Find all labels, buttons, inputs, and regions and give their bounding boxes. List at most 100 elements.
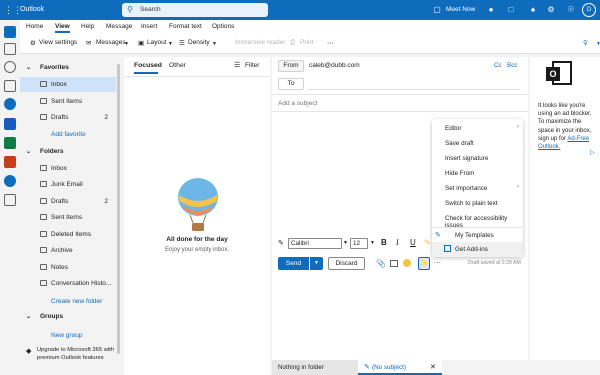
format-painter-icon[interactable]: ✎	[278, 239, 284, 247]
menu-item-get-addins[interactable]: Get Add-ins	[432, 242, 523, 257]
folder-deleted-items[interactable]: Deleted Items	[20, 227, 116, 242]
favorites-header[interactable]: ⌄ Favorites	[20, 64, 116, 74]
to-field[interactable]	[308, 78, 520, 90]
app-launcher-icon[interactable]: ⋮⋮	[4, 4, 22, 16]
help-icon[interactable]: ☉	[564, 3, 578, 17]
italic-icon[interactable]: I	[396, 238, 399, 247]
add-favorite-link[interactable]: Add favorite	[20, 127, 116, 142]
chevron-down-icon[interactable]: ▼	[596, 41, 600, 47]
tab-message[interactable]: Message	[106, 23, 132, 30]
attach-icon[interactable]	[4, 80, 16, 92]
tab-format-text[interactable]: Format text	[169, 23, 202, 30]
density-button[interactable]: Density	[188, 39, 210, 46]
tab-options[interactable]: Options	[212, 23, 234, 30]
tab-focused[interactable]: Focused	[134, 62, 162, 69]
bold-icon[interactable]: B	[381, 238, 387, 247]
chevron-down-icon[interactable]: ▼	[370, 240, 375, 246]
filter-button[interactable]: Filter	[245, 62, 259, 69]
app-name[interactable]: Outlook	[20, 6, 44, 13]
messages-button[interactable]: Messages	[96, 39, 126, 46]
discard-button[interactable]: Discard	[328, 257, 365, 270]
calendar-icon[interactable]	[4, 43, 16, 55]
scrollbar[interactable]	[117, 64, 120, 354]
font-select[interactable]: Calibri	[288, 238, 342, 249]
tab-home[interactable]: Home	[26, 23, 43, 30]
attach-icon[interactable]: 📎	[376, 259, 386, 268]
tab-help[interactable]: Help	[81, 23, 94, 30]
avatar[interactable]: D	[582, 3, 596, 17]
upgrade-banner[interactable]: ◆ Upgrade to Microsoft 365 with premium …	[26, 347, 118, 371]
chevron-down-icon[interactable]: ▼	[124, 41, 129, 47]
tab-no-subject[interactable]: ✎ (No subject) ✕	[358, 360, 442, 375]
highlighter-icon[interactable]: ✎	[424, 238, 431, 247]
chevron-down-icon[interactable]: ▼	[343, 240, 348, 246]
create-new-folder-link[interactable]: Create new folder	[20, 294, 116, 309]
body-editor[interactable]	[278, 115, 428, 233]
font-size-select[interactable]: 12	[350, 238, 368, 249]
more-options-button[interactable]: ⋯	[327, 39, 334, 47]
excel-icon[interactable]	[4, 137, 16, 149]
more-apps-icon[interactable]	[4, 194, 16, 206]
tab-view[interactable]: View	[55, 23, 70, 33]
tab-insert[interactable]: Insert	[141, 23, 157, 30]
todo-icon[interactable]	[4, 98, 16, 110]
folder-inbox[interactable]: Inbox	[20, 161, 116, 176]
zoom-icon[interactable]: ⚲	[583, 39, 588, 47]
folder-archive[interactable]: Archive	[20, 243, 116, 258]
folders-header[interactable]: ⌄ Folders	[20, 148, 116, 158]
menu-item-plain-text[interactable]: Switch to plain text	[432, 196, 523, 211]
subject-input[interactable]	[278, 98, 518, 109]
menu-item-hide-from[interactable]: Hide From	[432, 166, 523, 181]
menu-item-accessibility[interactable]: Check for accessibility issues	[432, 211, 523, 229]
groups-header[interactable]: ⌄ Groups	[20, 313, 116, 323]
cc-button[interactable]: Cc	[494, 62, 502, 69]
new-group-link[interactable]: New group	[20, 328, 116, 343]
settings-gear-icon[interactable]: ⚙	[544, 3, 558, 17]
print-button[interactable]: Print	[300, 39, 313, 46]
from-button[interactable]: From	[278, 60, 304, 72]
emoji-icon[interactable]	[403, 259, 411, 267]
from-value[interactable]: caleb@dubb.com	[309, 62, 360, 69]
search-box[interactable]: ⚲ Search	[122, 3, 268, 17]
immersive-reader-button[interactable]: Immersive reader	[235, 39, 286, 46]
menu-item-set-importance[interactable]: Set importance ›	[432, 181, 523, 196]
meet-now-icon[interactable]: ▢	[430, 3, 444, 17]
more-actions-icon[interactable]: ⋯	[434, 259, 441, 267]
chevron-down-icon[interactable]: ▼	[168, 41, 173, 47]
close-icon[interactable]: ✕	[430, 363, 436, 371]
folder-drafts[interactable]: Drafts 2	[20, 194, 116, 209]
ad-choices-icon[interactable]: ▷	[590, 149, 595, 156]
send-options-button[interactable]: ▼	[310, 257, 323, 270]
favorite-sent-items[interactable]: Sent Items	[20, 94, 116, 109]
image-icon[interactable]	[390, 260, 398, 267]
layout-button[interactable]: Layout	[147, 39, 167, 46]
menu-item-editor[interactable]: Editor ›	[432, 121, 523, 136]
designer-icon[interactable]: ✨	[418, 257, 430, 270]
folder-junk-email[interactable]: Junk Email	[20, 177, 116, 192]
bcc-button[interactable]: Bcc	[507, 62, 518, 69]
favorite-inbox[interactable]: Inbox	[20, 77, 116, 92]
powerpoint-icon[interactable]	[4, 156, 16, 168]
notifications-icon[interactable]: ♠	[526, 3, 540, 17]
menu-item-my-templates[interactable]: ✎ My Templates	[432, 228, 523, 243]
teams-icon[interactable]: □	[504, 3, 518, 17]
folder-notes[interactable]: Notes	[20, 260, 116, 275]
send-button[interactable]: Send	[278, 257, 309, 270]
folder-sent-items[interactable]: Sent Items	[20, 210, 116, 225]
tab-other[interactable]: Other	[169, 62, 186, 69]
word-icon[interactable]	[4, 118, 16, 130]
menu-item-save-draft[interactable]: Save draft	[432, 136, 523, 151]
people-icon[interactable]	[4, 61, 16, 73]
menu-item-insert-signature[interactable]: Insert signature	[432, 151, 523, 166]
chevron-down-icon[interactable]: ▼	[212, 41, 217, 47]
filter-icon[interactable]: ☰	[234, 61, 240, 69]
tab-nothing-in-folder[interactable]: Nothing in folder	[272, 360, 358, 375]
folder-conversation-history[interactable]: Conversation Histo...	[20, 276, 116, 291]
to-button[interactable]: To	[278, 78, 304, 90]
meet-now-button[interactable]: Meet Now	[446, 6, 475, 13]
view-settings-button[interactable]: View settings	[39, 39, 77, 46]
favorite-drafts[interactable]: Drafts 2	[20, 110, 116, 125]
underline-icon[interactable]: U	[410, 238, 416, 247]
mail-icon[interactable]	[4, 26, 16, 38]
skype-icon[interactable]: ●	[484, 3, 498, 17]
